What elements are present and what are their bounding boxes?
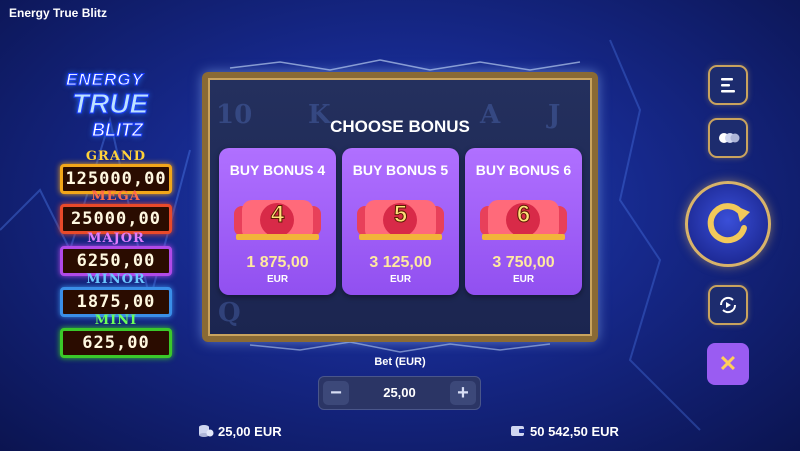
choose-bonus-title: CHOOSE BONUS bbox=[330, 117, 470, 136]
jackpot-value: 25000,00 bbox=[60, 204, 172, 234]
wallet-icon bbox=[511, 426, 525, 436]
game-title: Energy True Blitz bbox=[9, 6, 108, 20]
jackpot-label: MEGA bbox=[91, 189, 141, 204]
jackpot-grand: GRAND 125000,00 bbox=[60, 150, 172, 194]
bonus-number: 5 bbox=[393, 201, 408, 229]
card-title: BUY BONUS 5 bbox=[352, 162, 449, 178]
bonus-currency: EUR bbox=[266, 274, 289, 285]
jackpot-label: MAJOR bbox=[87, 231, 145, 246]
buy-bonus-6-card[interactable]: BUY BONUS 6 6 3 750,00 EUR bbox=[465, 148, 582, 295]
bonus-price: 3 750,00 bbox=[492, 254, 555, 271]
jackpot-label: MINI bbox=[94, 313, 138, 328]
jackpot-minor: MINOR 1875,00 bbox=[60, 273, 172, 317]
card-title: BUY BONUS 6 bbox=[475, 162, 572, 178]
jackpot-value: 625,00 bbox=[60, 328, 172, 358]
reel-symbol: Q bbox=[218, 298, 241, 328]
menu-button[interactable] bbox=[708, 65, 748, 105]
bet-decrease-button[interactable]: − bbox=[323, 381, 349, 405]
bonus-number: 6 bbox=[516, 201, 531, 229]
bet-stepper: − 25,00 + bbox=[318, 376, 481, 410]
card-title: BUY BONUS 4 bbox=[229, 162, 326, 178]
footer-bet-amount: 25,00 EUR bbox=[218, 424, 282, 439]
menu-icon bbox=[721, 78, 735, 93]
coins-icon bbox=[199, 425, 214, 437]
buy-bonus-4-card[interactable]: BUY BONUS 4 4 1 875,00 EUR bbox=[219, 148, 336, 295]
footer-balance-amount: 50 542,50 EUR bbox=[530, 424, 619, 439]
spin-button[interactable] bbox=[685, 181, 771, 267]
jackpot-label: GRAND bbox=[85, 149, 147, 164]
turbo-icon bbox=[719, 296, 737, 314]
bet-label: Bet (EUR) bbox=[374, 356, 426, 368]
bonus-currency: EUR bbox=[389, 274, 412, 285]
coins-toggle-icon bbox=[719, 133, 740, 143]
logo-line-energy: ENERGY bbox=[66, 70, 144, 90]
jackpot-label: MINOR bbox=[86, 272, 146, 287]
bonus-number: 4 bbox=[270, 201, 285, 229]
footer-balance: 50 542,50 EUR bbox=[510, 424, 619, 439]
logo-line-true: TRUE bbox=[71, 88, 149, 120]
spin-arrow-icon bbox=[707, 203, 750, 244]
coins-toggle-button[interactable] bbox=[708, 118, 748, 158]
jackpot-mega: MEGA 25000,00 bbox=[60, 190, 172, 234]
turbo-button[interactable] bbox=[708, 285, 748, 325]
buy-bonus-5-card[interactable]: BUY BONUS 5 5 3 125,00 EUR bbox=[342, 148, 459, 295]
jackpot-major: MAJOR 6250,00 bbox=[60, 232, 172, 276]
jackpot-mini: MINI 625,00 bbox=[60, 314, 172, 358]
bet-value: 25,00 bbox=[383, 385, 416, 400]
bonus-price: 3 125,00 bbox=[369, 254, 432, 271]
bonus-price: 1 875,00 bbox=[246, 254, 309, 271]
bet-increase-button[interactable]: + bbox=[450, 381, 476, 405]
footer-bet: 25,00 EUR bbox=[198, 424, 282, 439]
bonus-currency: EUR bbox=[512, 274, 535, 285]
close-button[interactable]: ✕ bbox=[707, 343, 749, 385]
